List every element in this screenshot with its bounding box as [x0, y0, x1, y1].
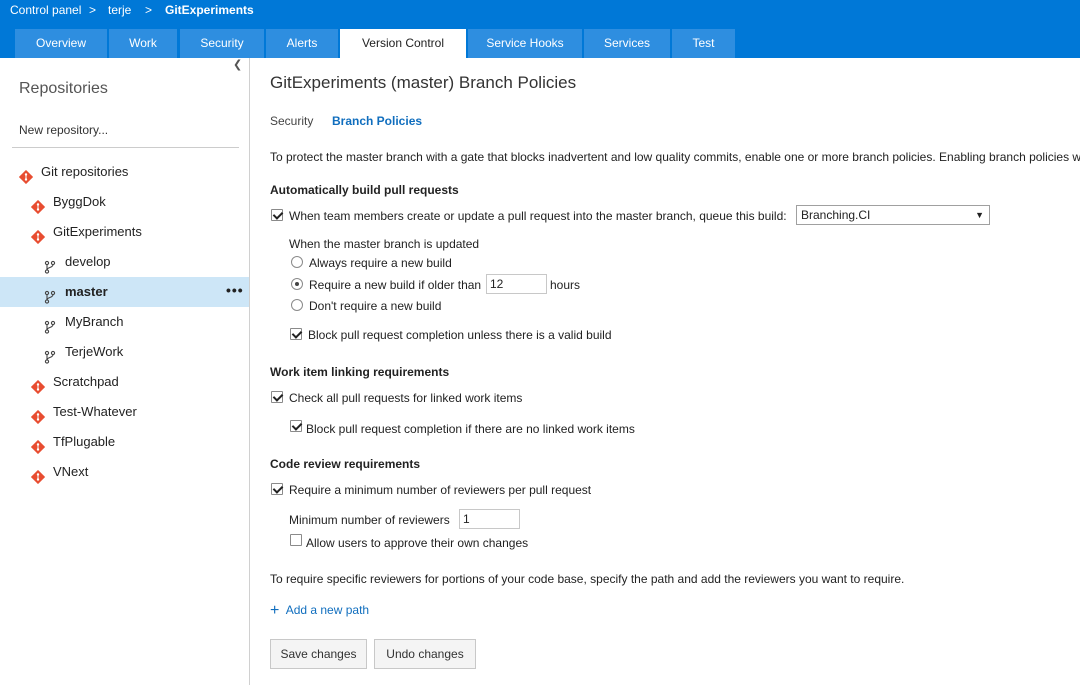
build-section-heading: Automatically build pull requests [270, 183, 459, 197]
branch-icon [43, 345, 57, 364]
tree-item-label: Scratchpad [53, 374, 119, 389]
block-no-workitems-checkbox[interactable] [290, 420, 302, 432]
tree-item[interactable]: GitExperiments [0, 217, 249, 247]
tab-alerts[interactable]: Alerts [266, 29, 338, 58]
add-path-link[interactable]: + Add a new path [270, 601, 369, 619]
tree-item-label: develop [65, 254, 111, 269]
tree-item-label: Test-Whatever [53, 404, 137, 419]
undo-changes-button[interactable]: Undo changes [374, 639, 476, 669]
check-linked-workitems-checkbox[interactable] [271, 391, 283, 403]
when-updated-label: When the master branch is updated [289, 237, 480, 251]
tab-overview[interactable]: Overview [15, 29, 107, 58]
min-reviewers-label: Minimum number of reviewers [289, 513, 450, 527]
divider [12, 147, 239, 148]
block-invalid-build-label: Block pull request completion unless the… [308, 328, 612, 342]
tree-item[interactable]: TerjeWork [0, 337, 249, 367]
git-icon [30, 435, 46, 455]
git-icon [30, 405, 46, 425]
repositories-panel: ❮ Repositories New repository... Git rep… [0, 58, 250, 685]
tree-item-label: GitExperiments [53, 224, 142, 239]
tree-item-label: VNext [53, 464, 89, 479]
tree-item-label: MyBranch [65, 314, 124, 329]
older-than-radio[interactable] [291, 278, 303, 290]
block-no-workitems-label: Block pull request completion if there a… [306, 422, 635, 436]
check-linked-workitems-label: Check all pull requests for linked work … [289, 391, 523, 405]
subtab-security[interactable]: Security [270, 114, 313, 128]
breadcrumb-terje[interactable]: terje [108, 3, 131, 17]
tab-work[interactable]: Work [109, 29, 177, 58]
tree-item[interactable]: Test-Whatever [0, 397, 249, 427]
branch-icon [43, 285, 57, 304]
plus-icon: + [270, 602, 280, 619]
path-note: To require specific reviewers for portio… [270, 572, 905, 586]
save-changes-button[interactable]: Save changes [270, 639, 367, 669]
review-section-heading: Code review requirements [270, 457, 421, 471]
dont-require-label: Don't require a new build [309, 299, 442, 313]
tree-item[interactable]: TfPlugable [0, 427, 249, 457]
new-repository-link[interactable]: New repository... [19, 123, 108, 137]
git-icon [30, 375, 46, 395]
breadcrumb-control-panel[interactable]: Control panel [10, 3, 81, 17]
tab-version-control[interactable]: Version Control [340, 29, 466, 58]
panel-title: Repositories [19, 80, 108, 97]
always-require-radio[interactable] [291, 256, 303, 268]
block-invalid-build-checkbox[interactable] [290, 328, 302, 340]
queue-build-label: When team members create or update a pul… [289, 209, 787, 223]
tree-item[interactable]: ByggDok [0, 187, 249, 217]
tree-item[interactable]: Git repositories [0, 157, 249, 187]
always-require-label: Always require a new build [309, 256, 452, 270]
queue-build-checkbox[interactable] [271, 209, 283, 221]
older-than-label: Require a new build if older than [309, 278, 482, 292]
more-options-icon[interactable]: ••• [226, 275, 244, 305]
subtab-branch-policies[interactable]: Branch Policies [332, 114, 422, 128]
build-definition-value: Branching.CI [801, 208, 871, 222]
tab-services[interactable]: Services [584, 29, 670, 58]
require-reviewers-label: Require a minimum number of reviewers pe… [289, 483, 592, 497]
allow-self-approve-label: Allow users to approve their own changes [306, 536, 529, 550]
tab-service-hooks[interactable]: Service Hooks [468, 29, 582, 58]
build-definition-select[interactable]: Branching.CI ▼ [796, 205, 990, 225]
tree-item[interactable]: VNext [0, 457, 249, 487]
workitem-section-heading: Work item linking requirements [270, 365, 450, 379]
breadcrumb-gitexperiments[interactable]: GitExperiments [165, 3, 254, 17]
top-header: Control panel > terje > GitExperiments O… [0, 0, 1080, 58]
build-age-input[interactable] [486, 274, 547, 294]
branch-icon [43, 315, 57, 334]
tab-security[interactable]: Security [180, 29, 264, 58]
tree-item-label: master [65, 284, 108, 299]
git-icon [30, 465, 46, 485]
git-icon [30, 195, 46, 215]
tree-item-label: ByggDok [53, 194, 106, 209]
dropdown-arrow-icon: ▼ [975, 210, 984, 220]
min-reviewers-input[interactable] [459, 509, 520, 529]
tree-item[interactable]: MyBranch [0, 307, 249, 337]
tree-item[interactable]: develop [0, 247, 249, 277]
tree-item-label: Git repositories [41, 164, 129, 179]
git-icon [18, 165, 34, 185]
intro-text: To protect the master branch with a gate… [270, 150, 1080, 164]
dont-require-radio[interactable] [291, 299, 303, 311]
tree-item-label: TerjeWork [65, 344, 124, 359]
branch-icon [43, 255, 57, 274]
tab-test[interactable]: Test [672, 29, 735, 58]
tree-item-label: TfPlugable [53, 434, 116, 449]
allow-self-approve-checkbox[interactable] [290, 534, 302, 546]
page-title: GitExperiments (master) Branch Policies [270, 73, 577, 92]
git-icon [30, 225, 46, 245]
tree-item[interactable]: master ••• [0, 277, 249, 307]
breadcrumb-separator: > [89, 3, 97, 17]
breadcrumb-separator: > [145, 3, 153, 17]
chevron-left-icon[interactable]: ❮ [233, 58, 242, 71]
require-reviewers-checkbox[interactable] [271, 483, 283, 495]
hours-label: hours [550, 278, 581, 292]
tree-item[interactable]: Scratchpad [0, 367, 249, 397]
add-path-label: Add a new path [285, 603, 370, 617]
